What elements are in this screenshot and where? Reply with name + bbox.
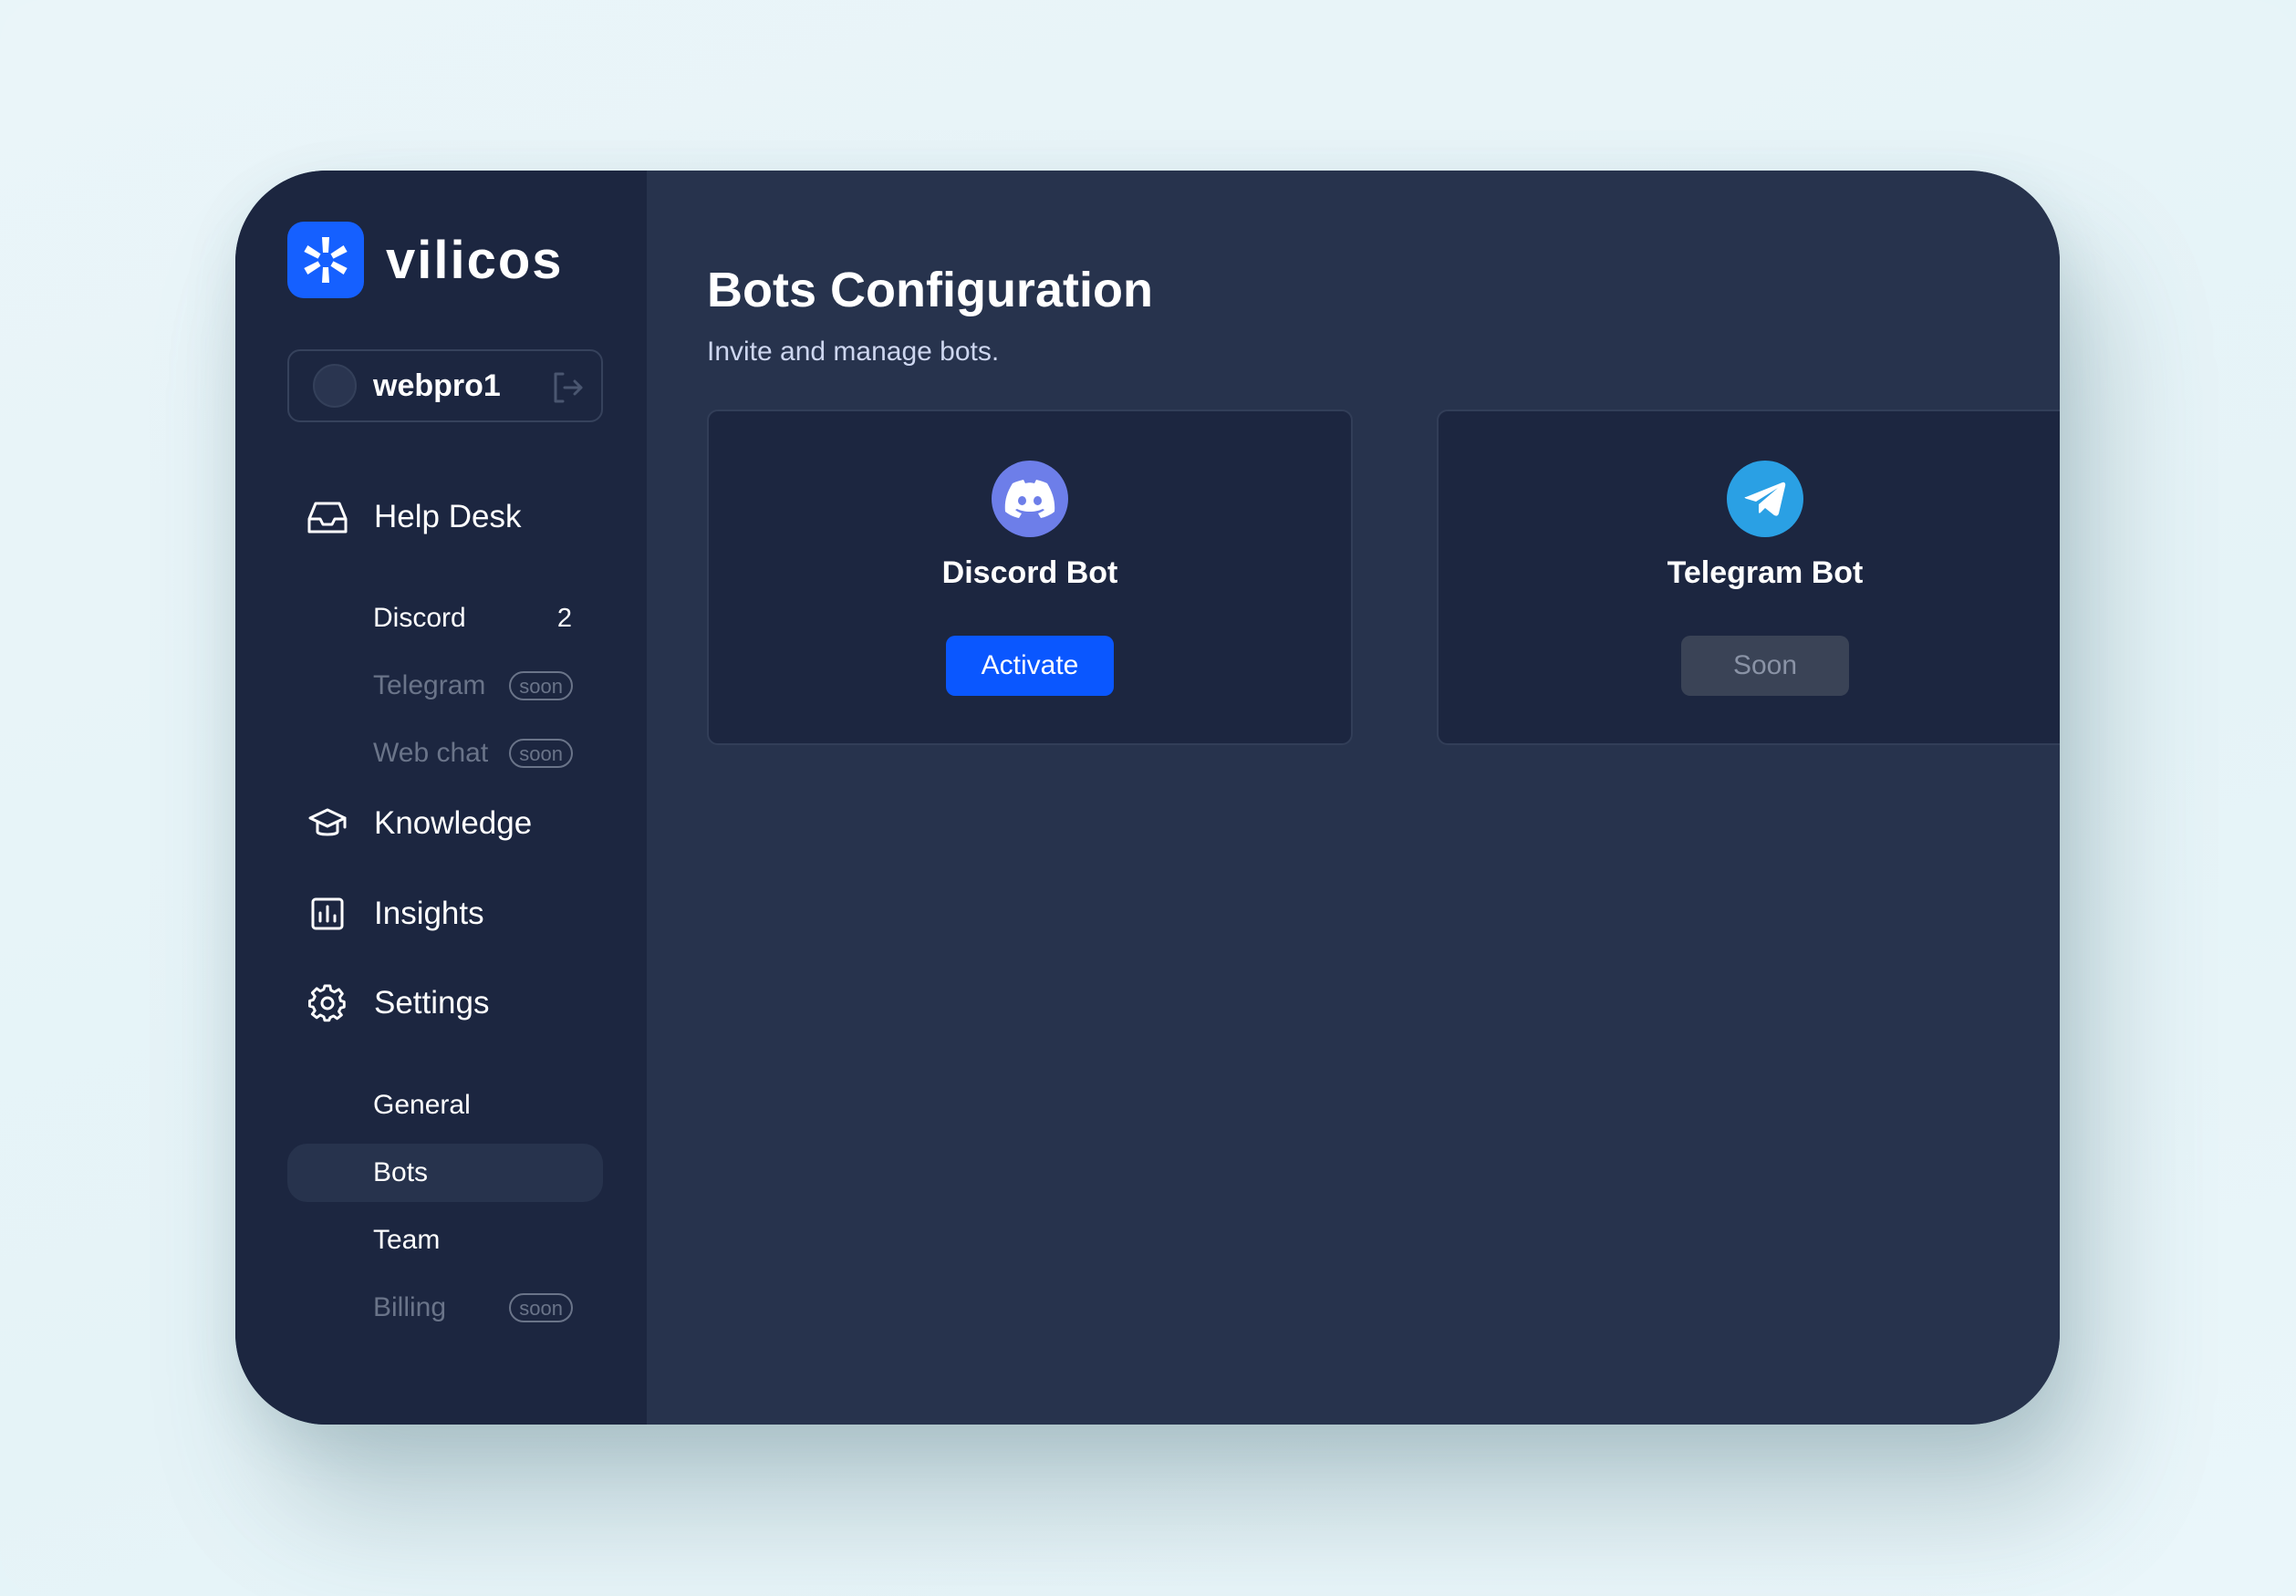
graduation-cap-icon [306, 803, 348, 845]
bar-chart-icon [306, 893, 348, 935]
activate-discord-bot-button[interactable]: Activate [946, 636, 1114, 696]
sidebar-item-discord[interactable]: Discord 2 [287, 589, 603, 648]
page-subtitle: Invite and manage bots. [707, 337, 1000, 367]
bot-name: Telegram Bot [1667, 555, 1864, 590]
sidebar-item-label: Billing [373, 1292, 447, 1322]
app-window: vilicos webpro1 Help Desk Discord 2 Tele… [235, 171, 2060, 1425]
sidebar-item-bots[interactable]: Bots [287, 1144, 603, 1202]
nav-settings-label: Settings [374, 985, 490, 1021]
soon-badge: soon [509, 739, 573, 768]
telegram-bot-card: Telegram Bot Soon [1437, 409, 2060, 745]
sidebar-item-label: Telegram [373, 670, 486, 700]
gear-icon [306, 982, 348, 1024]
sidebar-item-label: Web chat [373, 738, 489, 768]
soon-badge: soon [509, 1293, 573, 1322]
page-title: Bots Configuration [707, 263, 1153, 317]
logout-icon[interactable] [550, 370, 585, 405]
telegram-bot-soon-button: Soon [1681, 636, 1849, 696]
brand-name: vilicos [386, 230, 564, 290]
nav-settings[interactable]: Settings [306, 982, 489, 1024]
inbox-icon [306, 496, 348, 538]
unread-count-badge: 2 [556, 603, 572, 633]
username: webpro1 [373, 368, 501, 403]
avatar[interactable] [313, 364, 357, 408]
user-account-box[interactable]: webpro1 [287, 349, 603, 422]
sidebar-item-telegram: Telegram soon [287, 657, 603, 715]
discord-icon [992, 461, 1068, 537]
nav-help-desk[interactable]: Help Desk [306, 496, 521, 538]
brand[interactable]: vilicos [287, 222, 564, 298]
discord-bot-card: Discord Bot Activate [707, 409, 1353, 745]
nav-knowledge-label: Knowledge [374, 805, 533, 841]
nav-help-desk-label: Help Desk [374, 499, 522, 534]
brand-logo-icon [287, 222, 364, 298]
bot-name: Discord Bot [941, 555, 1118, 590]
sidebar-item-general[interactable]: General [287, 1076, 603, 1135]
sidebar-item-label: General [373, 1090, 471, 1120]
sidebar-item-label: Discord [373, 603, 466, 633]
telegram-icon [1727, 461, 1803, 537]
sidebar: vilicos webpro1 Help Desk Discord 2 Tele… [235, 171, 647, 1425]
soon-badge: soon [509, 671, 573, 700]
main-content: Bots Configuration Invite and manage bot… [647, 171, 2060, 1425]
sidebar-item-label: Bots [373, 1157, 429, 1187]
sidebar-item-label: Team [373, 1225, 441, 1255]
nav-insights[interactable]: Insights [306, 893, 484, 935]
sidebar-item-billing: Billing soon [287, 1279, 603, 1337]
nav-knowledge[interactable]: Knowledge [306, 803, 532, 845]
nav-insights-label: Insights [374, 896, 484, 931]
sidebar-item-web-chat: Web chat soon [287, 724, 603, 782]
sidebar-item-team[interactable]: Team [287, 1211, 603, 1270]
